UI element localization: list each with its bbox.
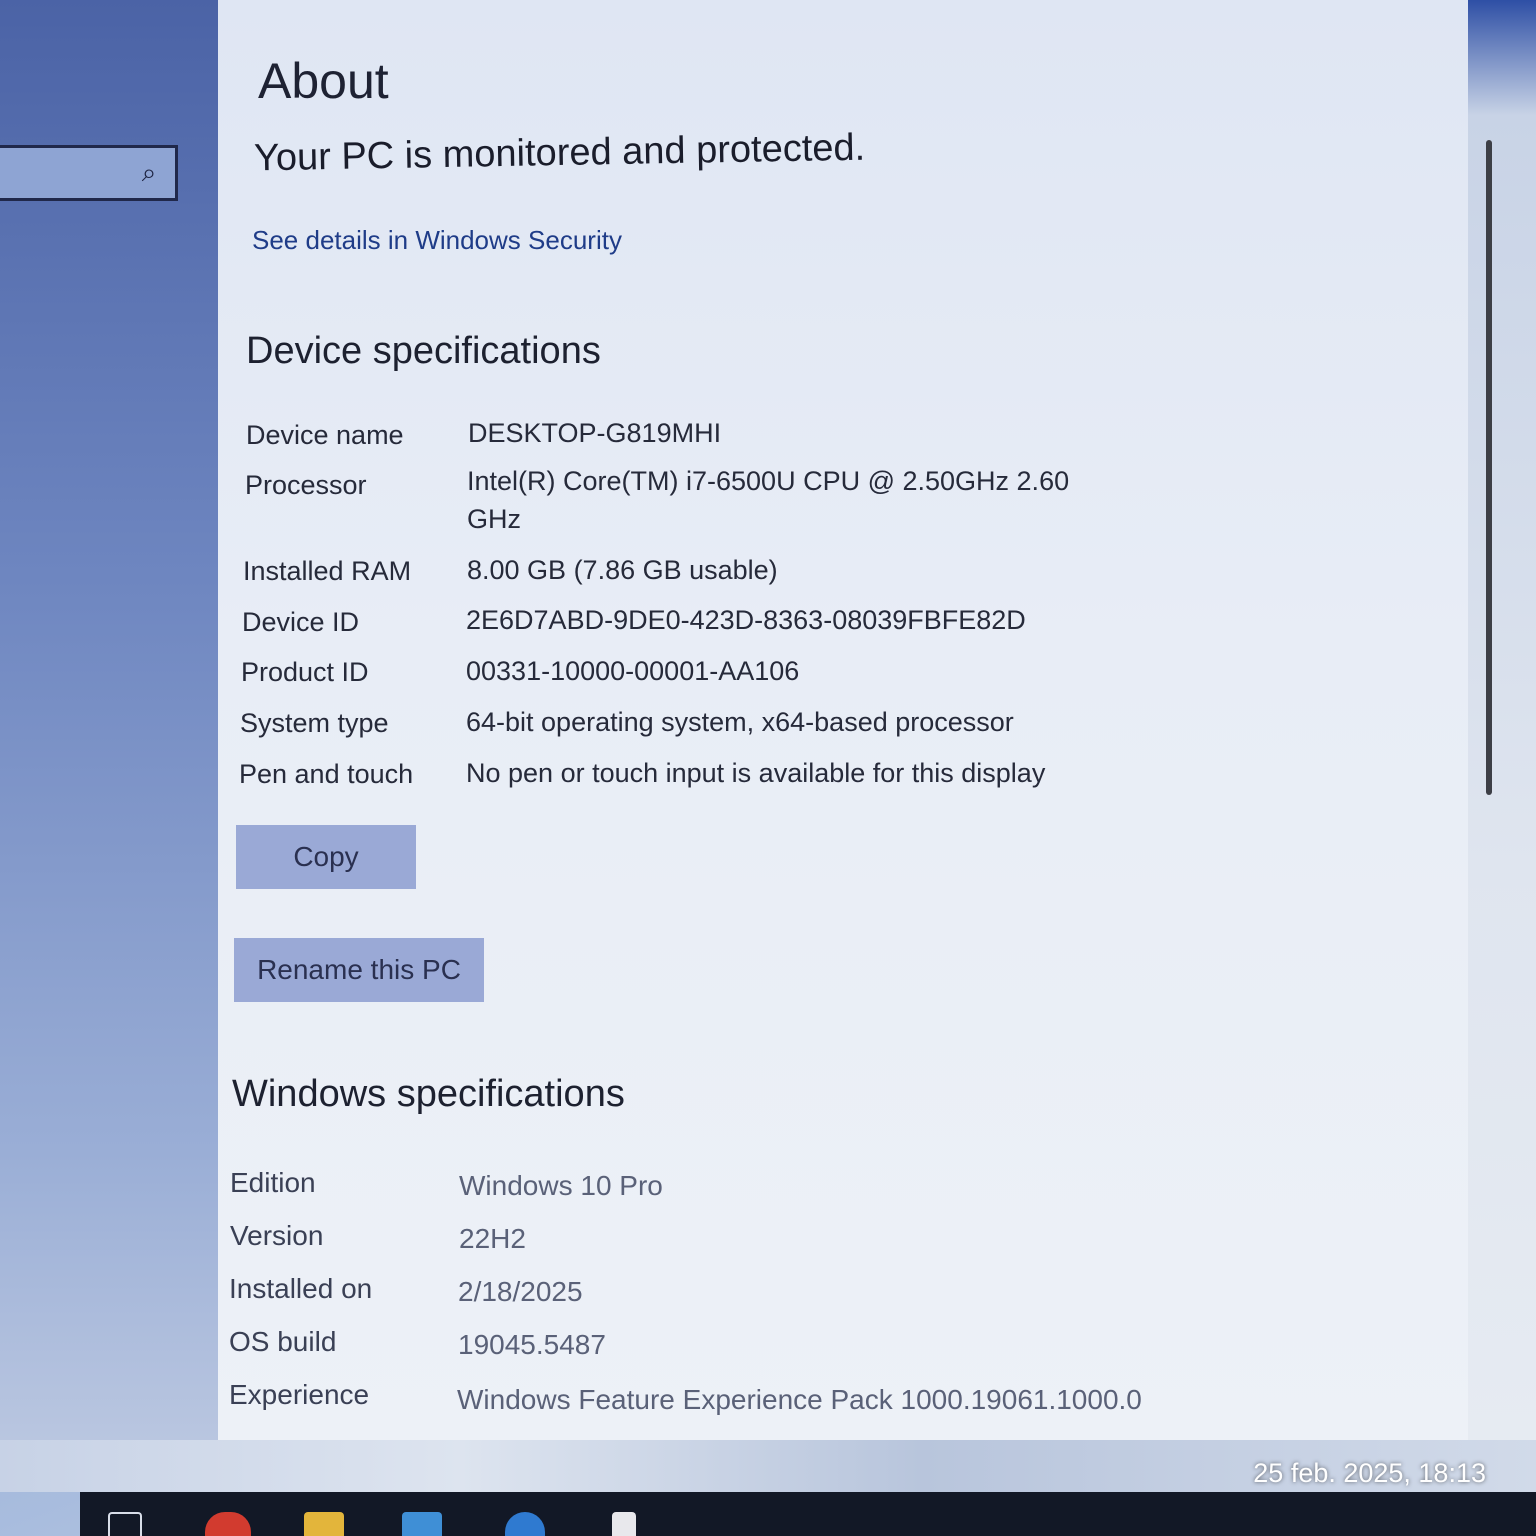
spec-label: System type	[240, 708, 389, 738]
search-input[interactable]: ⌕	[0, 145, 178, 201]
search-icon[interactable]: ⌕	[135, 158, 163, 186]
spec-label: Product ID	[241, 657, 369, 687]
screen: ⌕ About Your PC is monitored and protect…	[0, 0, 1536, 1536]
spec-label: Installed on	[229, 1273, 373, 1304]
spec-value: Windows 10 Pro	[459, 1170, 663, 1201]
spec-label: Processor	[245, 470, 367, 500]
spec-value: DESKTOP-G819MHI	[468, 418, 722, 448]
page-title: About	[258, 53, 389, 109]
spec-value: 19045.5487	[458, 1329, 606, 1360]
spec-label: Experience	[229, 1379, 370, 1410]
spec-value: 64-bit operating system, x64-based proce…	[466, 707, 1014, 737]
store-icon[interactable]	[402, 1512, 442, 1536]
spec-value: Windows Feature Experience Pack 1000.190…	[457, 1384, 1142, 1415]
copy-button[interactable]: Copy	[236, 825, 416, 889]
spec-value: 2E6D7ABD-9DE0-423D-8363-08039FBFE82D	[466, 605, 1026, 635]
spec-label: Version	[230, 1220, 324, 1251]
photo-timestamp: 25 feb. 2025, 18:13	[1253, 1458, 1486, 1488]
spec-label: Edition	[230, 1167, 316, 1198]
settings-icon[interactable]	[612, 1512, 636, 1536]
windows-specs-heading: Windows specifications	[232, 1073, 625, 1115]
rename-pc-button[interactable]: Rename this PC	[234, 938, 484, 1002]
spec-value: 22H2	[459, 1223, 526, 1254]
settings-nav-pane: ⌕	[0, 0, 218, 1440]
spec-value: Intel(R) Core(TM) i7-6500U CPU @ 2.50GHz…	[467, 466, 1070, 534]
spec-value: 00331-10000-00001-AA106	[466, 656, 800, 686]
spec-label: Device name	[246, 420, 404, 450]
file-explorer-icon[interactable]	[304, 1512, 344, 1536]
spec-label: Pen and touch	[239, 759, 414, 789]
device-specs-heading: Device specifications	[246, 330, 601, 372]
spec-value: 2/18/2025	[458, 1276, 583, 1307]
taskbar	[80, 1492, 1536, 1536]
spec-value: 8.00 GB (7.86 GB usable)	[467, 555, 778, 585]
windows-security-link[interactable]: See details in Windows Security	[252, 225, 622, 256]
scrollbar[interactable]	[1486, 140, 1492, 795]
task-view-icon[interactable]	[108, 1512, 142, 1536]
spec-label: Installed RAM	[243, 556, 412, 586]
spec-label: Device ID	[242, 607, 360, 637]
window-edge	[1468, 0, 1536, 1440]
spec-label: OS build	[229, 1326, 337, 1357]
spec-value: No pen or touch input is available for t…	[466, 758, 1046, 788]
